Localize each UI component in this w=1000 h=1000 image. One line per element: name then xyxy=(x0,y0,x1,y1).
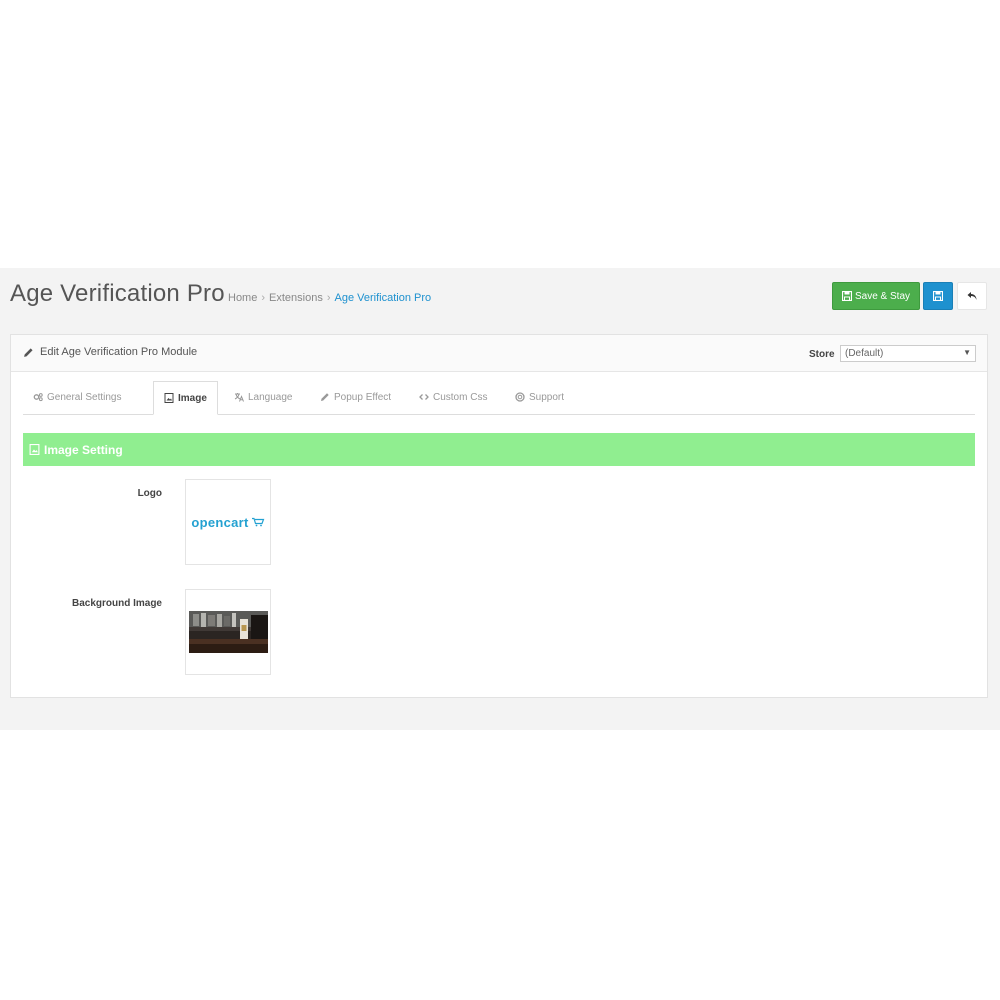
reply-icon xyxy=(967,292,977,300)
tab-label: Popup Effect xyxy=(334,391,392,403)
breadcrumb-extensions[interactable]: Extensions xyxy=(269,292,323,304)
store-select[interactable]: (Default) ▼ xyxy=(840,345,976,362)
opencart-logo: opencart xyxy=(191,514,249,530)
tab-bar: General Settings Image Language Popup Ef… xyxy=(23,381,975,415)
code-icon xyxy=(419,394,429,400)
cogs-icon xyxy=(33,393,43,402)
breadcrumb-separator: › xyxy=(326,292,331,304)
breadcrumb-current[interactable]: Age Verification Pro xyxy=(335,292,432,304)
background-image-label: Background Image xyxy=(71,598,162,609)
background-image-thumbnail[interactable] xyxy=(185,589,271,675)
save-icon xyxy=(841,291,852,301)
cart-icon xyxy=(251,517,265,527)
tab-custom-css[interactable]: Custom Css xyxy=(409,381,497,413)
panel-title-text: Edit Age Verification Pro Module xyxy=(40,346,198,358)
image-icon xyxy=(29,444,40,455)
breadcrumb-separator: › xyxy=(261,292,266,304)
store-label: Store xyxy=(809,349,835,360)
breadcrumb: Home › Extensions › Age Verification Pro xyxy=(228,292,431,304)
save-button[interactable] xyxy=(923,282,953,310)
back-button[interactable] xyxy=(957,282,987,310)
save-and-stay-button[interactable]: Save & Stay xyxy=(832,282,920,310)
section-title: Image Setting xyxy=(29,443,123,457)
section-title-text: Image Setting xyxy=(44,442,123,457)
page-header: Age Verification Pro Home › Extensions › Age… xyxy=(0,268,1000,324)
support-icon xyxy=(515,392,525,402)
panel-title: Edit Age Verification Pro Module xyxy=(23,346,197,358)
tab-label: Custom Css xyxy=(433,391,488,403)
tab-general-settings[interactable]: General Settings xyxy=(23,381,132,413)
breadcrumb-home[interactable]: Home xyxy=(228,292,257,304)
chevron-down-icon: ▼ xyxy=(963,348,971,357)
tab-label: Image xyxy=(178,392,207,404)
save-and-stay-label: Save & Stay xyxy=(854,290,911,302)
pencil-icon xyxy=(24,347,33,357)
edit-module-panel: Edit Age Verification Pro Module Store (… xyxy=(10,334,988,698)
logo-label: Logo xyxy=(137,488,162,499)
tab-popup-effect[interactable]: Popup Effect xyxy=(310,381,401,413)
tab-language[interactable]: Language xyxy=(224,381,303,413)
background-photo xyxy=(188,611,268,653)
image-setting-section-header: Image Setting xyxy=(23,433,975,466)
page-title: Age Verification Pro xyxy=(10,280,225,307)
tab-support[interactable]: Support xyxy=(505,381,574,413)
admin-screenshot: Age Verification Pro Home › Extensions › Age… xyxy=(0,268,1000,730)
pencil-icon xyxy=(321,393,329,401)
image-icon xyxy=(164,393,174,403)
tab-label: General Settings xyxy=(47,391,122,403)
logo-image-thumbnail[interactable]: opencart xyxy=(185,479,271,565)
tab-image[interactable]: Image xyxy=(153,381,218,415)
save-icon xyxy=(933,291,943,301)
language-icon xyxy=(234,393,244,402)
tab-label: Language xyxy=(248,391,293,403)
store-select-value: (Default) xyxy=(845,348,884,359)
tab-label: Support xyxy=(529,391,565,403)
panel-heading: Edit Age Verification Pro Module Store (… xyxy=(11,335,987,372)
